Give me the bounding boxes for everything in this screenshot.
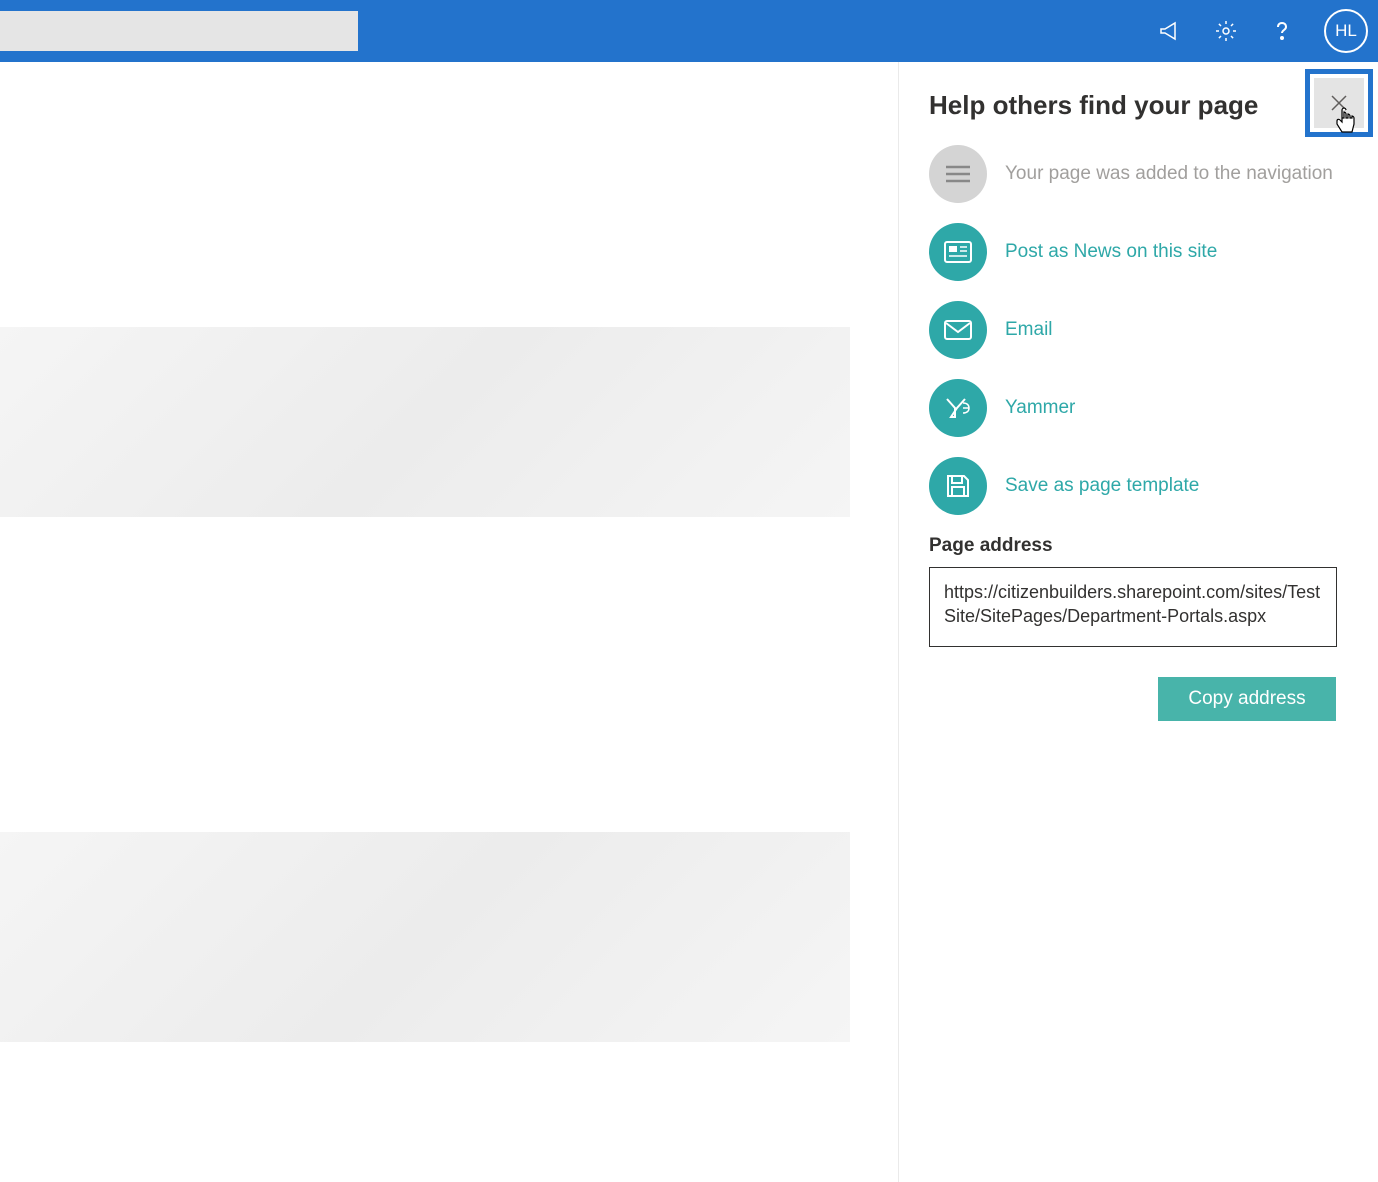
panel-header: Help others find your page bbox=[929, 90, 1348, 135]
background-image-2 bbox=[0, 832, 850, 1042]
close-button[interactable] bbox=[1314, 78, 1364, 128]
post-news-option[interactable]: Post as News on this site bbox=[929, 223, 1348, 281]
copy-address-button[interactable]: Copy address bbox=[1158, 677, 1336, 721]
email-option[interactable]: Email bbox=[929, 301, 1348, 359]
save-icon bbox=[929, 457, 987, 515]
yammer-option[interactable]: Yammer bbox=[929, 379, 1348, 437]
yammer-label: Yammer bbox=[1005, 397, 1075, 419]
navigation-added-row: Your page was added to the navigation bbox=[929, 145, 1348, 203]
save-template-label: Save as page template bbox=[1005, 475, 1199, 497]
page-address-label: Page address bbox=[929, 535, 1348, 557]
help-panel: Help others find your page Your page was… bbox=[898, 62, 1378, 1182]
top-header: HL bbox=[0, 0, 1378, 62]
help-icon[interactable] bbox=[1268, 17, 1296, 45]
page-background bbox=[0, 62, 900, 1182]
navigation-added-label: Your page was added to the navigation bbox=[1005, 162, 1333, 187]
save-template-option[interactable]: Save as page template bbox=[929, 457, 1348, 515]
hamburger-icon bbox=[929, 145, 987, 203]
page-address-field[interactable]: https://citizenbuilders.sharepoint.com/s… bbox=[929, 567, 1337, 647]
main-area: Help others find your page Your page was… bbox=[0, 62, 1378, 1182]
panel-title: Help others find your page bbox=[929, 90, 1258, 121]
yammer-icon bbox=[929, 379, 987, 437]
search-input[interactable] bbox=[0, 11, 358, 51]
avatar[interactable]: HL bbox=[1324, 9, 1368, 53]
news-icon bbox=[929, 223, 987, 281]
background-image-1 bbox=[0, 327, 850, 517]
email-icon bbox=[929, 301, 987, 359]
email-label: Email bbox=[1005, 319, 1053, 341]
header-actions: HL bbox=[1156, 9, 1368, 53]
megaphone-icon[interactable] bbox=[1156, 17, 1184, 45]
avatar-initials: HL bbox=[1335, 21, 1357, 41]
post-news-label: Post as News on this site bbox=[1005, 241, 1217, 263]
gear-icon[interactable] bbox=[1212, 17, 1240, 45]
close-icon bbox=[1330, 94, 1348, 112]
